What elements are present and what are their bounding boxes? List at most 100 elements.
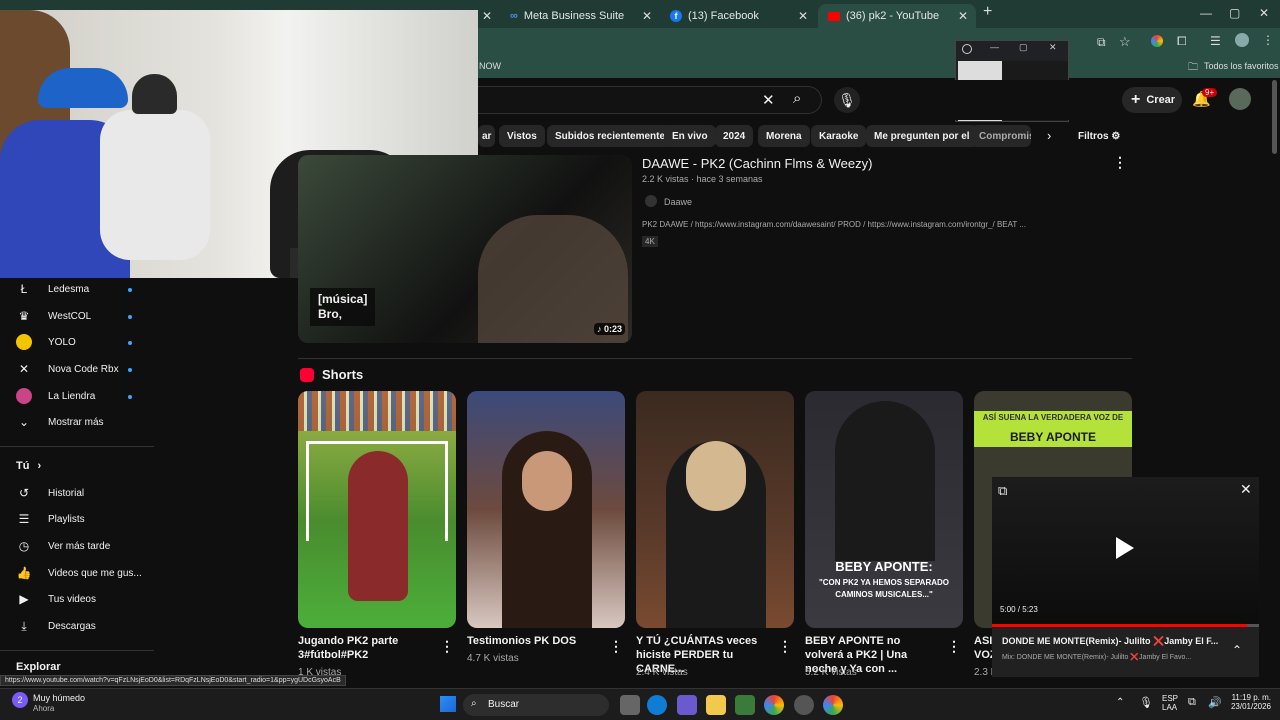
voice-search-icon[interactable]: 🎙 [834, 87, 860, 113]
tab-previous-close[interactable]: ✕ [480, 4, 500, 28]
puzzle-icon[interactable]: ⧠ [1177, 34, 1187, 49]
create-button[interactable]: + Crear [1122, 87, 1182, 113]
maximize-button[interactable]: ▢ [1229, 6, 1240, 20]
sidebar-item-watch-later[interactable]: ◷ Ver más tarde [16, 535, 111, 557]
account-avatar[interactable] [1229, 88, 1251, 110]
chip[interactable]: Compromiso [971, 125, 1031, 147]
short-thumbnail[interactable]: BEBY APONTE: "CON PK2 YA HEMOS SEPARADO … [805, 391, 963, 628]
bookmark-item[interactable]: NOW [479, 61, 501, 71]
tab-facebook[interactable]: f (13) Facebook ✕ [660, 4, 816, 28]
more-options-icon[interactable]: ⋮ [609, 638, 623, 655]
minimize-button[interactable]: — [1200, 6, 1212, 20]
task-view-icon[interactable] [620, 695, 640, 715]
video-thumbnail[interactable]: [música] Bro, ♪ 0:23 [298, 155, 632, 343]
face [686, 441, 746, 511]
star-icon[interactable]: ☆ [1119, 34, 1131, 50]
sidebar-item-playlists[interactable]: ☰ Playlists [16, 508, 85, 530]
clock[interactable]: 11:19 p. m. 23/01/2026 [1227, 693, 1271, 711]
more-options-icon[interactable]: ⋮ [440, 638, 454, 655]
all-bookmarks-link[interactable]: Todos los favoritos [1204, 61, 1279, 71]
extension-icon[interactable] [1151, 35, 1163, 47]
sidebar-item-ledesma[interactable]: Ł Ledesma [16, 278, 89, 300]
chip[interactable]: Vistos [499, 125, 545, 147]
minimize-icon[interactable]: — [990, 42, 999, 52]
close-icon[interactable]: ✕ [1049, 42, 1057, 53]
search-icon[interactable]: ⌕ [793, 90, 801, 107]
microphone-icon[interactable]: 🎙 [1139, 696, 1153, 709]
weather-icon[interactable]: 2 [12, 692, 28, 708]
new-tab-button[interactable]: + [983, 3, 992, 21]
tab-youtube[interactable]: (36) pk2 - YouTube ✕ [818, 4, 976, 28]
caption-box: [música] Bro, [310, 288, 376, 326]
short-thumbnail[interactable] [298, 391, 456, 628]
close-window-button[interactable]: ✕ [1259, 6, 1269, 20]
tab-meta[interactable]: ∞ Meta Business Suite ✕ [500, 4, 660, 28]
sidebar-item-history[interactable]: ↺ Historial [16, 482, 84, 504]
profile-avatar[interactable] [1235, 33, 1249, 47]
miniplayer[interactable]: ⧉ ✕ 5:00 / 5:23 DONDE ME MONTE(Remix)- J… [992, 477, 1259, 677]
close-icon[interactable]: ✕ [958, 9, 968, 23]
sidebar-item-liked[interactable]: 👍 Videos que me gus... [16, 562, 142, 584]
sidebar-item-yolo[interactable]: YOLO [16, 331, 76, 353]
chevron-right-icon[interactable]: › [1047, 128, 1051, 143]
chip[interactable]: Subidos recientemente [547, 125, 674, 147]
channel-name[interactable]: Daawe [664, 197, 692, 207]
chip[interactable]: Morena [758, 125, 810, 147]
search-input[interactable]: ✕ ⌕ [478, 86, 822, 114]
video-description: PK2 DAAWE / https://www.instagram.com/da… [642, 220, 1026, 229]
caption-line: [música] [318, 292, 368, 306]
channel-avatar[interactable] [645, 195, 657, 207]
short-title[interactable]: Testimonios PK DOS [467, 634, 602, 648]
maximize-icon[interactable]: ▢ [1019, 42, 1028, 53]
sidebar-item-your-videos[interactable]: ▶ Tus videos [16, 588, 96, 610]
short-views: 2.4 K vistas [636, 667, 688, 678]
show-more-button[interactable]: ⌄ Mostrar más [16, 411, 104, 433]
short-title[interactable]: Jugando PK2 parte 3#fútbol#PK2 [298, 634, 433, 662]
language-indicator[interactable]: ESP LAA [1162, 694, 1178, 712]
chip[interactable]: En vivo [664, 125, 716, 147]
sidebar-item-nova-code[interactable]: ✕ Nova Code Rbx [16, 358, 119, 380]
sidebar-item-la-liendra[interactable]: La Liendra [16, 385, 95, 407]
weather-title: Muy húmedo [33, 693, 86, 703]
install-icon[interactable]: ⧉ [1097, 35, 1106, 50]
scrollbar-thumb[interactable] [1272, 80, 1277, 154]
chip[interactable]: 2024 [715, 125, 754, 147]
close-icon[interactable]: ✕ [482, 9, 492, 23]
play-icon[interactable] [1116, 537, 1134, 559]
chip[interactable]: ar [478, 125, 496, 147]
taskbar-search[interactable]: ⌕ Buscar [463, 694, 609, 716]
chrome-icon[interactable] [764, 695, 784, 715]
windows-start-icon[interactable] [440, 696, 456, 712]
chip[interactable]: Me pregunten por el [866, 125, 978, 147]
more-options-icon[interactable]: ⋮ [1113, 154, 1127, 171]
chevron-up-icon[interactable]: ⌃ [1232, 643, 1242, 657]
sidebar-item-westcol[interactable]: ♛ WestCOL [16, 305, 92, 327]
chevron-up-icon[interactable]: ⌃ [1116, 697, 1124, 708]
clear-icon[interactable]: ✕ [762, 91, 775, 109]
more-options-icon[interactable]: ⋮ [947, 638, 961, 655]
close-icon[interactable]: ✕ [1240, 481, 1252, 498]
close-icon[interactable]: ✕ [642, 9, 652, 23]
more-options-icon[interactable]: ⋮ [778, 638, 792, 655]
network-icon[interactable]: ⧉ [1188, 696, 1196, 709]
obs-icon[interactable] [794, 695, 814, 715]
edge-icon[interactable] [647, 695, 667, 715]
short-title[interactable]: ASI VOZ [974, 634, 992, 662]
progress-bar[interactable] [992, 624, 1259, 627]
close-icon[interactable]: ✕ [798, 9, 808, 23]
menu-icon[interactable]: ⋮ [1262, 33, 1274, 47]
filters-button[interactable]: Filtros ⚙ [1078, 131, 1120, 142]
app-icon[interactable] [735, 695, 755, 715]
chip[interactable]: Karaoke [811, 125, 867, 147]
sidebar-item-downloads[interactable]: ⤓ Descargas [16, 615, 95, 637]
file-explorer-icon[interactable] [706, 695, 726, 715]
expand-icon[interactable]: ⧉ [998, 483, 1007, 499]
tab-search-icon[interactable]: ☰ [1210, 34, 1221, 48]
store-icon[interactable] [677, 695, 697, 715]
volume-icon[interactable]: 🔊 [1208, 696, 1222, 709]
you-section-header[interactable]: Tú › [16, 455, 41, 477]
video-title[interactable]: DAAWE - PK2 (Cachinn Flms & Weezy) [642, 156, 872, 171]
short-thumbnail[interactable] [636, 391, 794, 628]
chrome-icon[interactable] [823, 695, 843, 715]
short-thumbnail[interactable] [467, 391, 625, 628]
